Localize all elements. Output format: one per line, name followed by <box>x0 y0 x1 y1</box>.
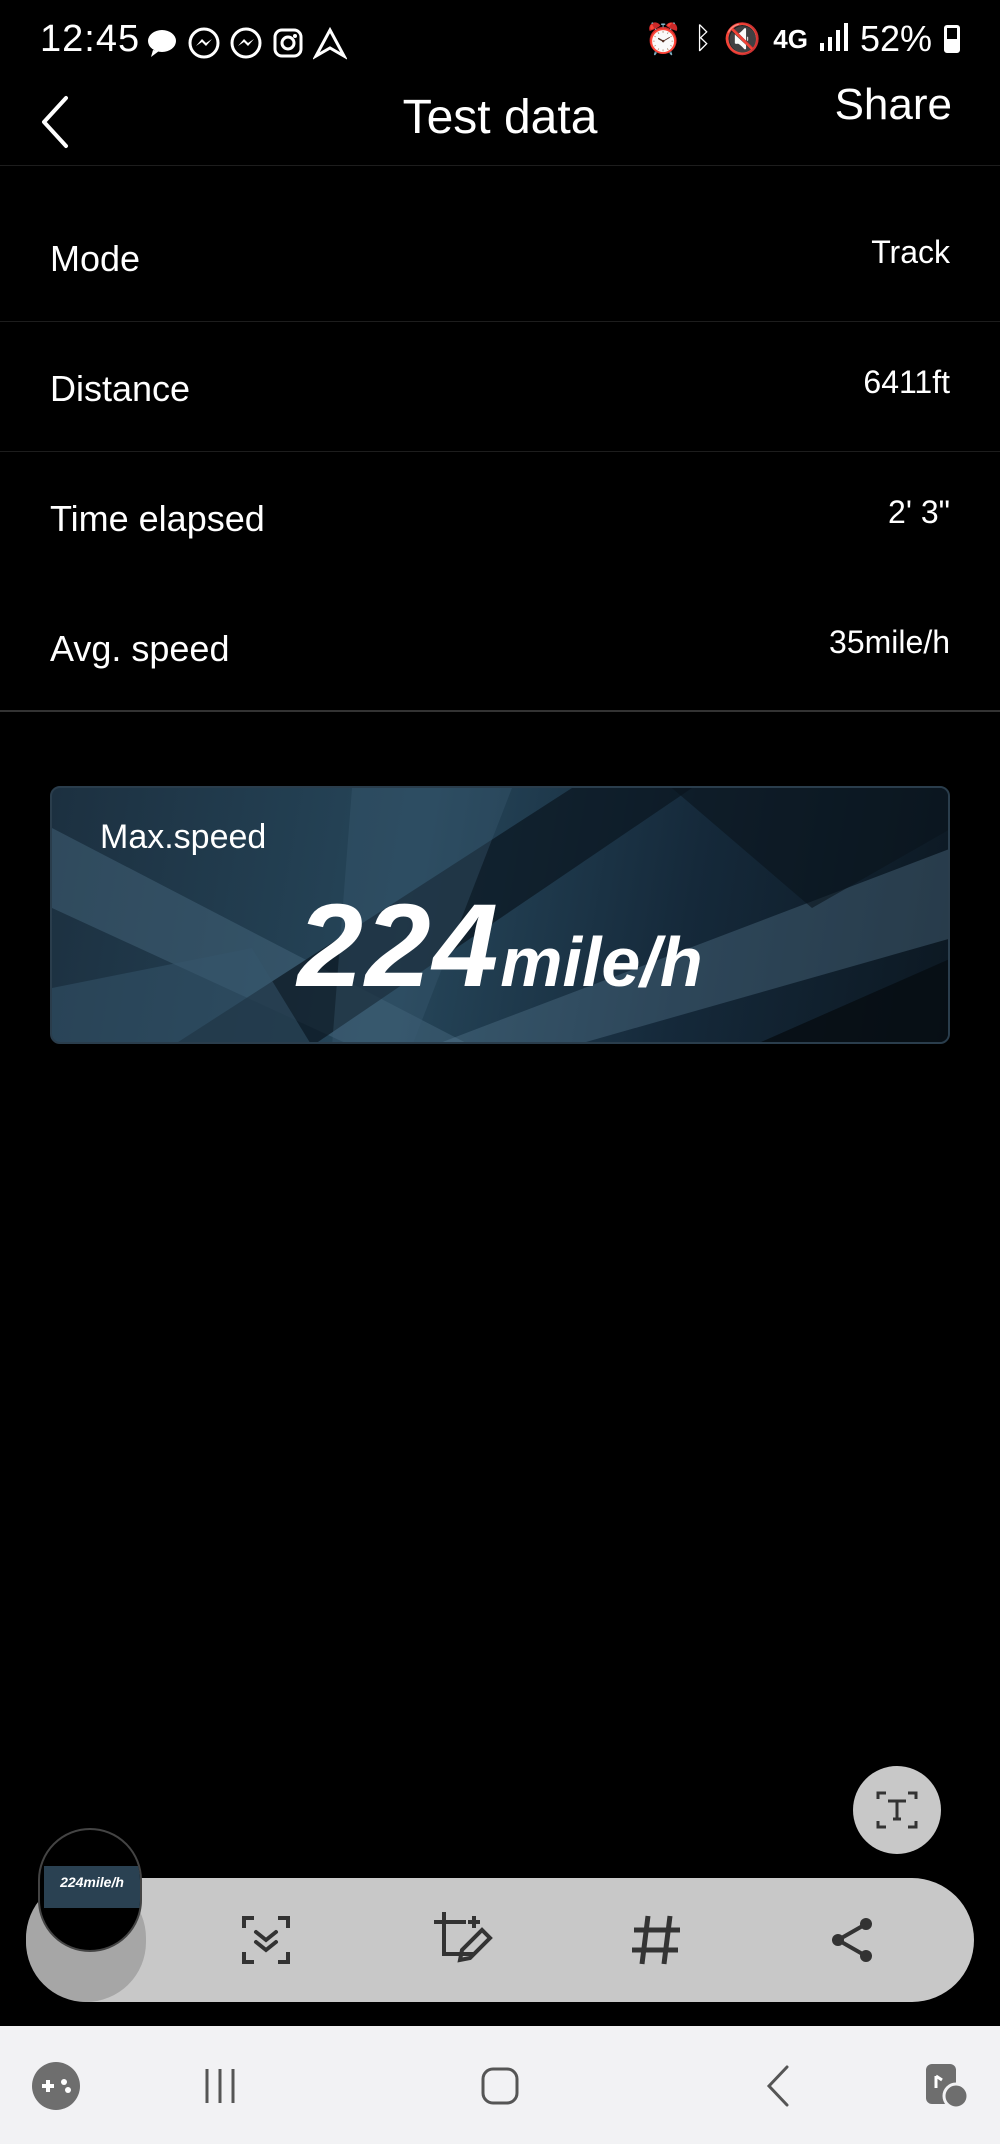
scroll-capture-icon <box>242 1916 290 1964</box>
network-label: 4G <box>773 23 808 54</box>
hashtag-icon <box>632 1915 680 1965</box>
notification-icons <box>145 26 348 60</box>
chevron-left-icon <box>766 2065 789 2107</box>
touch-assist-icon <box>926 2064 970 2110</box>
hashtag-button[interactable] <box>620 1904 692 1976</box>
battery-icon <box>944 25 960 53</box>
thumbnail-text: 224mile/h <box>60 1874 124 1890</box>
system-navbar <box>0 2026 1000 2144</box>
recent-apps-button[interactable] <box>190 2056 250 2116</box>
battery-percent: 52% <box>859 18 932 59</box>
instagram-icon <box>271 26 305 60</box>
row-label: Mode <box>50 238 141 279</box>
screenshot-toolbar <box>26 1878 974 2002</box>
gamepad-icon <box>32 2062 80 2110</box>
signal-icon <box>819 18 848 60</box>
row-value: 6411ft <box>863 364 950 400</box>
nav-back-button[interactable] <box>750 2056 810 2116</box>
text-extract-button[interactable] <box>853 1766 941 1854</box>
crop-edit-icon <box>434 1912 493 1963</box>
share-icon <box>832 1918 872 1962</box>
row-label: Avg. speed <box>50 628 230 669</box>
home-icon <box>481 2067 519 2105</box>
max-speed-unit: mile/h <box>500 923 703 1001</box>
recent-apps-icon <box>205 2069 235 2103</box>
thumbnail-card: 224mile/h <box>44 1866 140 1908</box>
list-item-distance: Distance 6411ft <box>0 322 1000 452</box>
home-button[interactable] <box>470 2056 530 2116</box>
crop-edit-button[interactable] <box>426 1904 498 1976</box>
list-item-time-elapsed: Time elapsed 2' 3" <box>0 452 1000 582</box>
messenger-icon <box>187 26 221 60</box>
text-extract-icon <box>876 1791 918 1829</box>
max-speed-value: 224 <box>297 880 501 1012</box>
row-label: Time elapsed <box>50 498 265 539</box>
alarm-icon: ⏰ <box>644 22 682 56</box>
scroll-capture-button[interactable] <box>230 1904 302 1976</box>
share-toolbar-button[interactable] <box>816 1904 888 1976</box>
row-label: Distance <box>50 368 191 409</box>
mute-icon: 🔇 <box>723 22 762 56</box>
row-value: Track <box>871 234 950 270</box>
status-bar: 12:45 ⏰ ᛒ 🔇 4G 52% <box>0 0 1000 80</box>
accessibility-button[interactable] <box>916 2056 976 2116</box>
system-status: ⏰ ᛒ 🔇 4G 52% <box>645 18 960 60</box>
list-item-mode: Mode Track <box>0 192 1000 322</box>
status-time: 12:45 <box>40 18 141 60</box>
list-item-avg-speed: Avg. speed 35mile/h <box>0 582 1000 712</box>
max-speed-card: Max.speed 224mile/h <box>50 786 950 1044</box>
share-button[interactable]: Share <box>835 80 952 130</box>
test-data-list: Mode Track Distance 6411ft Time elapsed … <box>0 192 1000 712</box>
app-header: Test data Share <box>0 80 1000 166</box>
max-speed-label: Max.speed <box>100 818 267 856</box>
chat-bubble-icon <box>145 26 179 60</box>
max-speed-value-group: 224mile/h <box>52 878 948 1014</box>
arrow-app-icon <box>312 26 348 60</box>
game-launcher-button[interactable] <box>26 2056 86 2116</box>
screenshot-thumbnail[interactable]: 224mile/h <box>38 1828 142 1952</box>
bluetooth-icon: ᛒ <box>693 22 712 55</box>
row-value: 35mile/h <box>829 624 950 660</box>
row-value: 2' 3" <box>888 494 950 530</box>
messenger-icon <box>229 26 263 60</box>
